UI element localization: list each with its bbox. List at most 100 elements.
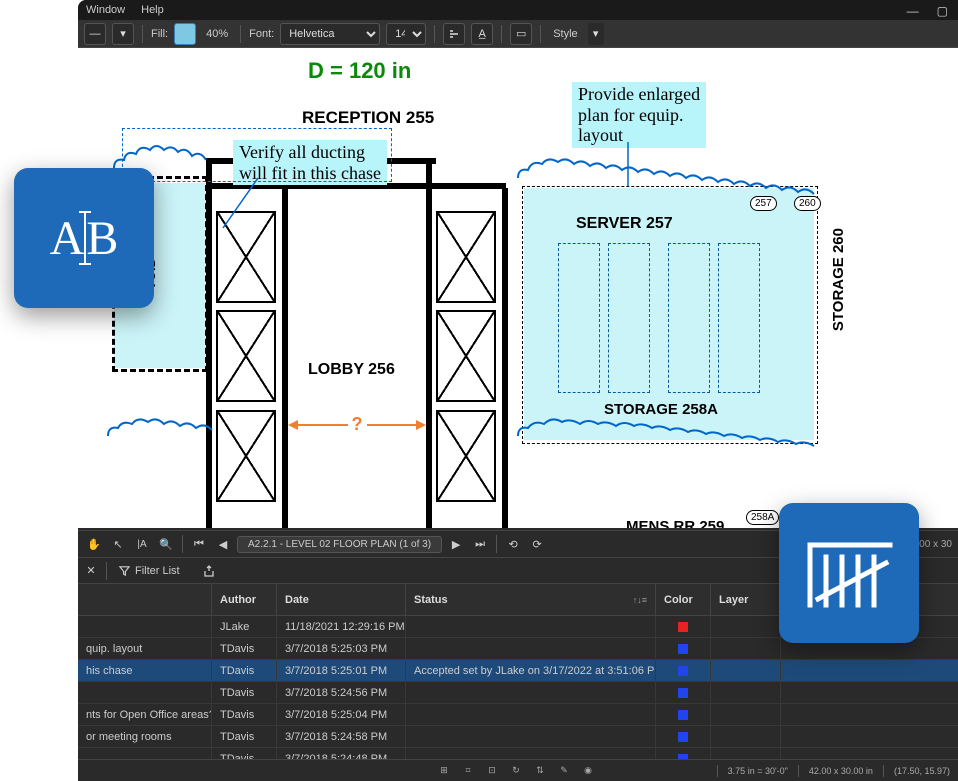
cell-color <box>656 748 711 759</box>
cell-author: TDavis <box>212 704 277 725</box>
room-storage-258a: STORAGE 258A <box>604 401 718 418</box>
cell-status <box>406 748 656 759</box>
cell-color <box>656 682 711 703</box>
drawing-canvas[interactable]: D = 120 in 257 260 258A RECEP <box>78 48 958 528</box>
nav-first-icon[interactable]: ⏮ <box>189 534 209 554</box>
style-label[interactable]: Style <box>549 28 581 40</box>
table-row[interactable]: his chaseTDavis3/7/2018 5:25:01 PMAccept… <box>78 660 958 682</box>
cell-date: 11/18/2021 12:29:16 PM <box>277 616 406 637</box>
cell-date: 3/7/2018 5:25:01 PM <box>277 660 406 681</box>
elevator-symbol <box>216 310 276 402</box>
font-size-select[interactable]: 14 <box>386 23 426 45</box>
cell-subject <box>78 616 212 637</box>
app-window: Window Help — ▢ — ▾ Fill: 40% Font: Helv… <box>78 0 958 781</box>
col-author[interactable]: Author <box>212 584 277 615</box>
cell-author: TDavis <box>212 638 277 659</box>
format-toolbar: — ▾ Fill: 40% Font: Helvetica 14 A̲ ▭ St… <box>78 20 958 48</box>
col-date[interactable]: Date <box>277 584 406 615</box>
sheet-breadcrumb[interactable]: A2.2.1 - LEVEL 02 FLOOR PLAN (1 of 3) <box>237 536 442 553</box>
elevator-symbol <box>216 410 276 502</box>
select-tool-icon[interactable]: ↖ <box>108 534 128 554</box>
cell-layer <box>711 748 781 759</box>
show-frame-icon[interactable]: ▭ <box>510 23 532 45</box>
room-tag-258a: 258A <box>746 510 779 525</box>
room-tag-257: 257 <box>750 196 777 211</box>
col-status[interactable]: Status↑↓≡ <box>406 584 656 615</box>
revision-cloud <box>108 419 212 436</box>
zoom-tool-icon[interactable]: 🔍 <box>156 534 176 554</box>
font-autosize-icon[interactable]: A̲ <box>471 23 493 45</box>
cell-status <box>406 638 656 659</box>
text-cursor-icon: AB <box>50 211 119 266</box>
reuse-icon[interactable]: ↻ <box>508 763 524 779</box>
menubar: Window Help — ▢ <box>78 0 958 20</box>
cell-color <box>656 704 711 725</box>
text-select-icon[interactable]: |A <box>132 534 152 554</box>
col-color[interactable]: Color <box>656 584 711 615</box>
table-row[interactable]: TDavis3/7/2018 5:24:56 PM <box>78 682 958 704</box>
sort-icon[interactable]: ↑↓≡ <box>633 595 647 605</box>
fill-opacity[interactable]: 40% <box>202 28 232 40</box>
tally-grid-icon <box>804 533 894 613</box>
col-subject[interactable] <box>78 584 212 615</box>
minimize-icon[interactable]: — <box>907 4 919 18</box>
width-dropdown[interactable]: — <box>84 23 106 45</box>
snap-content-icon[interactable]: ⊡ <box>484 763 500 779</box>
menu-window[interactable]: Window <box>86 4 125 16</box>
count-tool-tile <box>779 503 919 643</box>
rotate-ccw-icon[interactable]: ⟲ <box>503 534 523 554</box>
text-align-icon[interactable] <box>443 23 465 45</box>
cell-author: TDavis <box>212 682 277 703</box>
cell-date: 3/7/2018 5:24:56 PM <box>277 682 406 703</box>
filter-button[interactable]: Filter List <box>109 561 190 581</box>
filter-icon <box>119 565 130 576</box>
room-lobby: LOBBY 256 <box>308 361 395 379</box>
cell-layer <box>711 726 781 747</box>
nav-prev-icon[interactable]: ◀ <box>213 534 233 554</box>
table-row[interactable]: or meeting roomsTDavis3/7/2018 5:24:58 P… <box>78 726 958 748</box>
pen-icon[interactable]: ✎ <box>556 763 572 779</box>
cell-status <box>406 616 656 637</box>
markers-icon[interactable]: ◉ <box>580 763 596 779</box>
close-icon[interactable]: ✕ <box>78 558 104 584</box>
style-dropdown-caret-icon[interactable]: ▾ <box>588 23 604 45</box>
nav-last-icon[interactable]: ⏭ <box>470 534 490 554</box>
cell-author: TDavis <box>212 748 277 759</box>
room-reception: RECEPTION 255 <box>302 108 434 128</box>
export-icon[interactable] <box>198 561 220 581</box>
cell-author: JLake <box>212 616 277 637</box>
sync-icon[interactable]: ⇅ <box>532 763 548 779</box>
dropdown-caret-icon[interactable]: ▾ <box>112 23 134 45</box>
wall <box>426 158 432 528</box>
fill-label: Fill: <box>151 28 168 40</box>
cell-status <box>406 704 656 725</box>
rotate-cw-icon[interactable]: ⟳ <box>527 534 547 554</box>
callout-enlarged[interactable]: Provide enlarged plan for equip. layout <box>572 82 706 148</box>
nav-next-icon[interactable]: ▶ <box>446 534 466 554</box>
pan-tool-icon[interactable]: ✋ <box>84 534 104 554</box>
status-coords: (17.50, 15.97) <box>894 766 950 776</box>
server-rack <box>608 243 650 393</box>
cell-status: Accepted set by JLake on 3/17/2022 at 3:… <box>406 660 656 681</box>
col-layer[interactable]: Layer <box>711 584 781 615</box>
cell-color <box>656 616 711 637</box>
menu-help[interactable]: Help <box>141 4 164 16</box>
cell-layer <box>711 616 781 637</box>
cell-date: 3/7/2018 5:25:03 PM <box>277 638 406 659</box>
selection-handles <box>122 128 392 182</box>
cell-subject: quip. layout <box>78 638 212 659</box>
status-dims: 42.00 x 30.00 in <box>809 766 873 776</box>
table-row[interactable]: TDavis3/7/2018 5:24:48 PM <box>78 748 958 759</box>
cell-author: TDavis <box>212 726 277 747</box>
snap-icon[interactable]: ⌗ <box>460 763 476 779</box>
grid-icon[interactable]: ⊞ <box>436 763 452 779</box>
room-tag-260: 260 <box>794 196 821 211</box>
font-select[interactable]: Helvetica <box>280 23 380 45</box>
room-server: SERVER 257 <box>576 215 673 233</box>
table-row[interactable]: nts for Open Office areas?TDavis3/7/2018… <box>78 704 958 726</box>
maximize-icon[interactable]: ▢ <box>937 4 948 18</box>
cell-date: 3/7/2018 5:24:48 PM <box>277 748 406 759</box>
elevator-symbol <box>436 211 496 303</box>
cell-subject: his chase <box>78 660 212 681</box>
fill-color-swatch[interactable] <box>174 23 196 45</box>
